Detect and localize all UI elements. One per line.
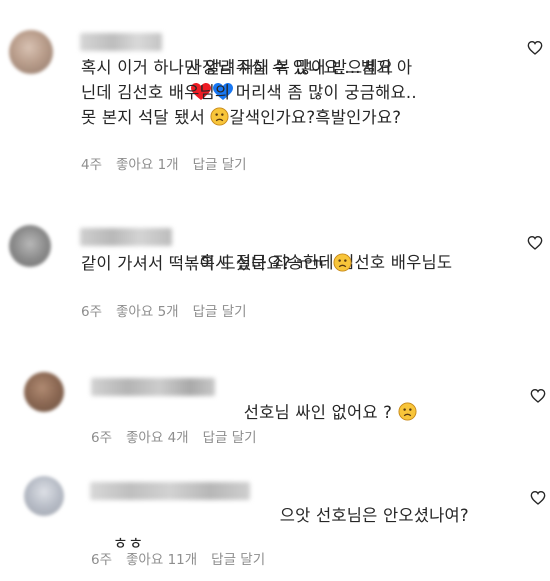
commenter-avatar[interactable] bbox=[24, 476, 64, 516]
sad-face-icon bbox=[332, 253, 352, 272]
comment-likes[interactable]: 좋아요 11개 bbox=[126, 548, 197, 568]
comment-text: 으앗 선호님은 안오셨나여? bbox=[258, 478, 469, 553]
sad-face-icon bbox=[398, 402, 417, 421]
comment-text-body: 같이 가셔서 떡볶이 드셨나요? ㅠㅠ bbox=[81, 251, 521, 276]
comment-time[interactable]: 4주 bbox=[81, 153, 102, 173]
comment-time[interactable]: 6주 bbox=[91, 426, 112, 446]
commenter-avatar[interactable] bbox=[9, 225, 51, 267]
comment-time[interactable]: 6주 bbox=[91, 548, 112, 568]
commenter-username[interactable] bbox=[91, 378, 215, 396]
heart-outline-icon[interactable] bbox=[530, 388, 546, 404]
comment-likes[interactable]: 좋아요 1개 bbox=[116, 153, 179, 173]
reply-button[interactable]: 답글 달기 bbox=[193, 300, 247, 320]
commenter-avatar[interactable] bbox=[9, 30, 53, 74]
comment-likes[interactable]: 좋아요 4개 bbox=[126, 426, 189, 446]
heart-outline-icon[interactable] bbox=[530, 490, 546, 506]
comment-text-tail: 갈색인가요?흑발인가요? bbox=[229, 108, 402, 127]
comment-likes[interactable]: 좋아요 5개 bbox=[116, 300, 179, 320]
comment-4: 으앗 선호님은 안오셨나여? ㅎㅎ 6주 좋아요 11개 답글 달기 bbox=[0, 450, 550, 579]
heart-outline-icon[interactable] bbox=[527, 235, 543, 251]
comment-meta: 4주 좋아요 1개 답글 달기 bbox=[81, 153, 247, 173]
commenter-username[interactable] bbox=[80, 228, 172, 246]
comment-text-first: 선호님 싸인 없어요 ? bbox=[243, 403, 393, 422]
commenter-username[interactable] bbox=[90, 482, 250, 500]
comment-meta: 6주 좋아요 5개 답글 달기 bbox=[81, 300, 247, 320]
sad-face-icon bbox=[210, 107, 229, 126]
reply-button[interactable]: 답글 달기 bbox=[203, 426, 257, 446]
comment-1: 사장님 새해 복 많이 받으세요 혹시 이거 하나만 알려주실 수 있나요...… bbox=[0, 0, 550, 190]
comment-text-body: 혹시 이거 하나만 알려주실 수 있나요....별거 아 닌데 김선호 배우님의… bbox=[81, 55, 521, 130]
heart-outline-icon[interactable] bbox=[527, 40, 543, 56]
comment-text-rest: 같이 가셔서 떡볶이 드셨나요? ㅠㅠ bbox=[81, 254, 328, 273]
comment-text-first: 으앗 선호님은 안오셨나여? bbox=[279, 506, 469, 525]
comment-3: 선호님 싸인 없어요 ? 6주 좋아요 4개 답글 달기 bbox=[0, 340, 550, 450]
comment-meta: 6주 좋아요 4개 답글 달기 bbox=[91, 426, 257, 446]
reply-button[interactable]: 답글 달기 bbox=[211, 548, 265, 568]
reply-button[interactable]: 답글 달기 bbox=[193, 153, 247, 173]
comment-meta: 6주 좋아요 11개 답글 달기 bbox=[91, 548, 265, 568]
commenter-username[interactable] bbox=[80, 33, 162, 51]
comment-text-body: ㅎㅎ bbox=[91, 506, 144, 581]
comment-2: 혹시 질문 죄송한데 김선호 배우님도 같이 가셔서 떡볶이 드셨나요? ㅠㅠ … bbox=[0, 190, 550, 340]
commenter-avatar[interactable] bbox=[24, 372, 64, 412]
comment-time[interactable]: 6주 bbox=[81, 300, 102, 320]
